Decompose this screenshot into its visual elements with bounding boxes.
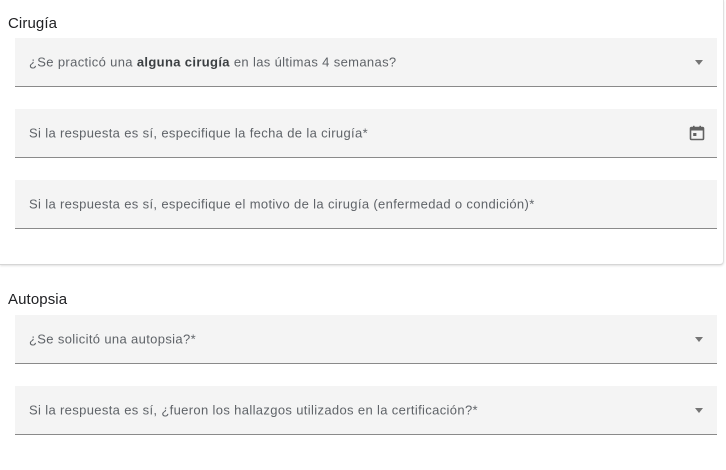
autopsy-section: Autopsia ¿Se solicitó una autopsia?* Si … xyxy=(0,272,726,470)
dropdown-arrow-icon[interactable] xyxy=(695,337,703,342)
surgery-section-title: Cirugía xyxy=(8,15,58,32)
surgery-date-field[interactable]: Si la respuesta es sí, especifique la fe… xyxy=(15,109,717,158)
findings-used-select[interactable]: Si la respuesta es sí, ¿fueron los halla… xyxy=(15,386,717,435)
autopsy-requested-label: ¿Se solicitó una autopsia?* xyxy=(29,331,196,347)
calendar-icon[interactable] xyxy=(689,125,705,141)
autopsy-section-title: Autopsia xyxy=(8,291,68,308)
surgery-reason-field[interactable]: Si la respuesta es sí, especifique el mo… xyxy=(15,180,717,229)
surgery-date-label: Si la respuesta es sí, especifique la fe… xyxy=(29,125,368,141)
dropdown-arrow-icon[interactable] xyxy=(695,60,703,65)
surgery-section: Cirugía ¿Se practicó una alguna cirugía … xyxy=(0,0,724,265)
had-surgery-label: ¿Se practicó una alguna cirugía en las ú… xyxy=(29,54,397,70)
had-surgery-label-bold: alguna cirugía xyxy=(136,54,230,70)
autopsy-requested-select[interactable]: ¿Se solicitó una autopsia?* xyxy=(15,315,717,364)
dropdown-arrow-icon[interactable] xyxy=(695,408,703,413)
form-page: Cirugía ¿Se practicó una alguna cirugía … xyxy=(0,0,726,470)
surgery-reason-label: Si la respuesta es sí, especifique el mo… xyxy=(29,196,535,212)
had-surgery-select[interactable]: ¿Se practicó una alguna cirugía en las ú… xyxy=(15,38,717,87)
findings-used-label: Si la respuesta es sí, ¿fueron los halla… xyxy=(29,402,478,418)
